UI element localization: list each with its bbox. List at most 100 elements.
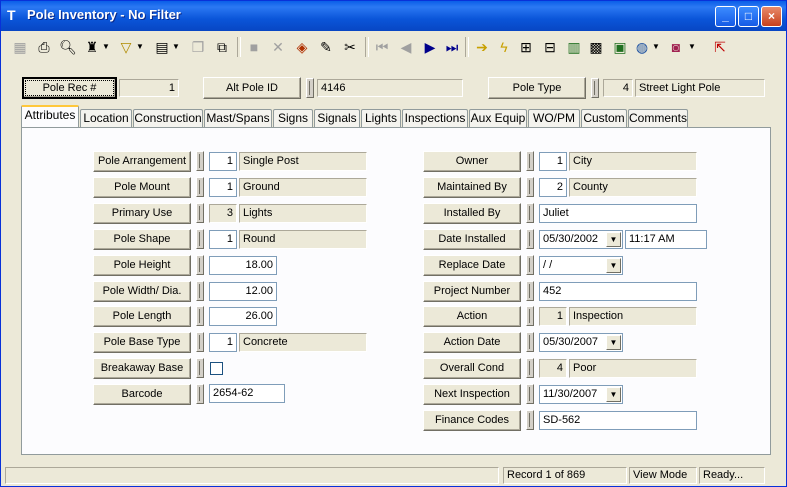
cut-icon[interactable]: ✂ [339,36,361,58]
installed-by-grip[interactable] [526,203,534,223]
prev-record-icon[interactable]: ◀ [395,36,417,58]
finance-codes-button[interactable]: Finance Codes [423,410,521,431]
arrow-right-icon[interactable]: ➔ [471,36,493,58]
edit-icon[interactable]: ✎ [315,36,337,58]
owner-button[interactable]: Owner [423,151,521,172]
tab-wo-pm[interactable]: WO/PM [528,109,580,128]
new-record-icon[interactable]: ■ [243,36,265,58]
globe-dropdown-icon[interactable]: ▼ [651,36,661,58]
pole-rec-button[interactable]: Pole Rec # [22,77,117,99]
overall-cond-grip[interactable] [526,358,534,378]
tab-attributes[interactable]: Attributes [21,105,79,127]
connect-icon[interactable]: ⊟ [539,36,561,58]
overall-cond-button[interactable]: Overall Cond [423,358,521,379]
chevron-down-icon[interactable]: ▼ [606,258,621,273]
primary-use-button[interactable]: Primary Use [93,203,191,224]
owner-grip[interactable] [526,151,534,171]
replace-date-button[interactable]: Replace Date [423,255,521,276]
print-icon[interactable]: ⎙ [33,36,55,58]
alt-pole-grip[interactable] [306,78,314,98]
owner-code[interactable]: 1 [539,152,567,171]
filter-icon[interactable]: ▽ [115,36,137,58]
action-button[interactable]: Action [423,306,521,327]
date-installed-picker[interactable]: 05/30/2002 ▼ [539,230,623,249]
map-icon[interactable]: ▣ [609,36,631,58]
forms-icon[interactable]: ▤ [151,36,173,58]
tree-icon[interactable]: ⊞ [515,36,537,58]
minimize-button[interactable]: _ [715,6,736,27]
stamp-icon[interactable]: ◈ [291,36,313,58]
pole-shape-code[interactable]: 1 [209,230,237,249]
date-installed-button[interactable]: Date Installed [423,229,521,250]
barcode-grip[interactable] [196,384,204,404]
primary-use-grip[interactable] [196,203,204,223]
calculator-icon[interactable]: ▩ [585,36,607,58]
replace-date-grip[interactable] [526,255,534,275]
book-dropdown-icon[interactable]: ▼ [687,36,697,58]
maintained-by-code[interactable]: 2 [539,178,567,197]
next-inspection-picker[interactable]: 11/30/2007 ▼ [539,385,623,404]
forms-dropdown-icon[interactable]: ▼ [171,36,181,58]
pole-length-input[interactable]: 26.00 [209,307,277,326]
breakaway-base-grip[interactable] [196,358,204,378]
pole-mount-code[interactable]: 1 [209,178,237,197]
save-icon[interactable]: ▦ [9,36,31,58]
action-date-picker[interactable]: 05/30/2007 ▼ [539,333,623,352]
title-bar[interactable]: T Pole Inventory - No Filter _ □ × [1,1,786,31]
pole-width-input[interactable]: 12.00 [209,282,277,301]
maximize-button[interactable]: □ [738,6,759,27]
tab-location[interactable]: Location [80,109,132,128]
tab-lights[interactable]: Lights [361,109,401,128]
pole-width-button[interactable]: Pole Width/ Dia. [93,281,191,302]
project-number-grip[interactable] [526,281,534,301]
tab-signals[interactable]: Signals [314,109,360,128]
breakaway-base-checkbox[interactable] [210,362,223,375]
pole-height-input[interactable]: 18.00 [209,256,277,275]
chevron-down-icon[interactable]: ▼ [606,232,621,247]
tab-aux-equip[interactable]: Aux Equip [469,109,527,128]
chevron-down-icon[interactable]: ▼ [606,387,621,402]
next-inspection-button[interactable]: Next Inspection [423,384,521,405]
pole-base-type-grip[interactable] [196,332,204,352]
action-grip[interactable] [526,306,534,326]
action-date-button[interactable]: Action Date [423,332,521,353]
pole-arrangement-code[interactable]: 1 [209,152,237,171]
book-icon[interactable]: ◙ [665,36,687,58]
pole-shape-button[interactable]: Pole Shape [93,229,191,250]
project-number-button[interactable]: Project Number [423,281,521,302]
maintained-by-button[interactable]: Maintained By [423,177,521,198]
globe-icon[interactable]: ◍ [631,36,653,58]
pole-height-grip[interactable] [196,255,204,275]
next-record-icon[interactable]: ▶ [419,36,441,58]
duplicate-icon[interactable]: ⧉ [211,36,233,58]
chevron-down-icon[interactable]: ▼ [606,335,621,350]
copy-record-icon[interactable]: ❐ [187,36,209,58]
alt-pole-id-button[interactable]: Alt Pole ID [203,77,301,99]
pole-length-grip[interactable] [196,306,204,326]
exit-icon[interactable]: ⇱ [709,36,731,58]
time-installed-input[interactable]: 11:17 AM [625,230,707,249]
installed-by-button[interactable]: Installed By [423,203,521,224]
lightning-icon[interactable]: ϟ [493,36,515,58]
delete-icon[interactable]: ✕ [267,36,289,58]
pole-type-button[interactable]: Pole Type [488,77,586,99]
pole-type-grip[interactable] [591,78,599,98]
maintained-by-grip[interactable] [526,177,534,197]
installed-by-input[interactable]: Juliet [539,204,697,223]
last-record-icon[interactable]: ⏭ [441,36,463,58]
pole-mount-grip[interactable] [196,177,204,197]
close-button[interactable]: × [761,6,782,27]
finance-codes-input[interactable]: SD-562 [539,411,697,430]
tab-construction[interactable]: Construction [133,109,203,128]
project-number-input[interactable]: 452 [539,282,697,301]
next-inspection-grip[interactable] [526,384,534,404]
finance-codes-grip[interactable] [526,410,534,430]
binoculars-icon[interactable]: ♜ [81,36,103,58]
pole-width-grip[interactable] [196,281,204,301]
print-preview-icon[interactable]: 🔍︎ [57,36,79,58]
pole-base-type-code[interactable]: 1 [209,333,237,352]
tab-comments[interactable]: Comments [628,109,688,128]
chart-icon[interactable]: ▥ [563,36,585,58]
replace-date-picker[interactable]: / / ▼ [539,256,623,275]
tab-inspections[interactable]: Inspections [402,109,468,128]
